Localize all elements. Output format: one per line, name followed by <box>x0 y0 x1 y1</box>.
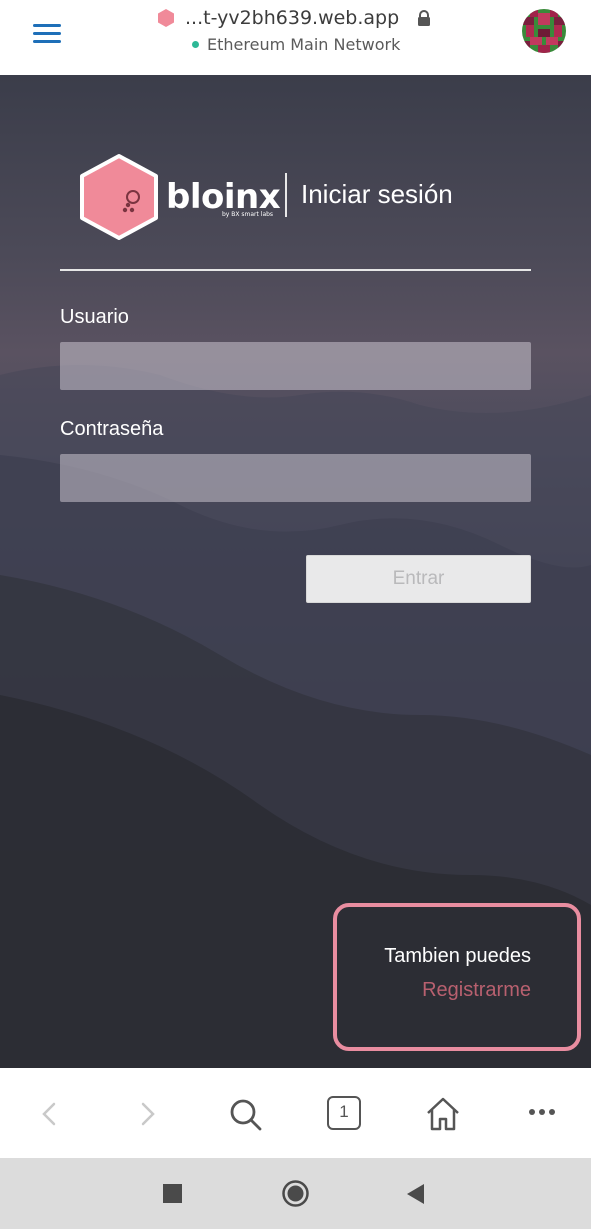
search-icon[interactable] <box>225 1094 265 1134</box>
system-nav-bar <box>0 1158 591 1229</box>
lock-icon <box>418 9 431 26</box>
page-title: Iniciar sesión <box>301 179 453 209</box>
browser-bottom-nav: 1 <box>0 1068 591 1158</box>
login-page: bloinx by BX smart labs Iniciar sesión U… <box>0 75 591 1068</box>
browser-top-bar: ...t-yv2bh639.web.app Ethereum Main Netw… <box>0 0 591 75</box>
header-divider <box>60 269 531 271</box>
submit-button[interactable]: Entrar <box>306 555 531 603</box>
address-bar[interactable]: ...t-yv2bh639.web.app <box>157 6 431 30</box>
identicon-avatar[interactable] <box>522 9 566 53</box>
back-triangle-icon[interactable] <box>406 1183 426 1205</box>
back-icon[interactable] <box>30 1094 70 1134</box>
hexagon-site-icon <box>158 9 174 27</box>
register-highlight-box <box>333 903 581 1051</box>
url-text: ...t-yv2bh639.web.app <box>185 7 400 29</box>
password-label: Contraseña <box>60 418 164 440</box>
network-indicator[interactable]: Ethereum Main Network <box>192 35 400 54</box>
network-name: Ethereum Main Network <box>207 35 401 54</box>
username-input[interactable] <box>60 342 531 390</box>
brand-tagline: by BX smart labs <box>222 211 274 218</box>
home-icon[interactable] <box>423 1094 463 1134</box>
bloinx-logo <box>78 153 160 245</box>
home-circle-icon[interactable] <box>282 1180 309 1207</box>
network-status-dot <box>192 41 199 48</box>
tabs-icon[interactable]: 1 <box>325 1094 365 1134</box>
logo-divider <box>285 173 287 217</box>
tab-count: 1 <box>339 1102 349 1121</box>
forward-icon[interactable] <box>127 1094 167 1134</box>
recents-icon[interactable] <box>163 1184 182 1203</box>
more-icon[interactable] <box>522 1094 562 1134</box>
username-label: Usuario <box>60 306 129 328</box>
register-link[interactable]: Registrarme <box>422 979 531 1002</box>
hamburger-icon[interactable] <box>33 24 61 44</box>
register-prompt: Tambien puedes <box>384 945 531 967</box>
password-input[interactable] <box>60 454 531 502</box>
